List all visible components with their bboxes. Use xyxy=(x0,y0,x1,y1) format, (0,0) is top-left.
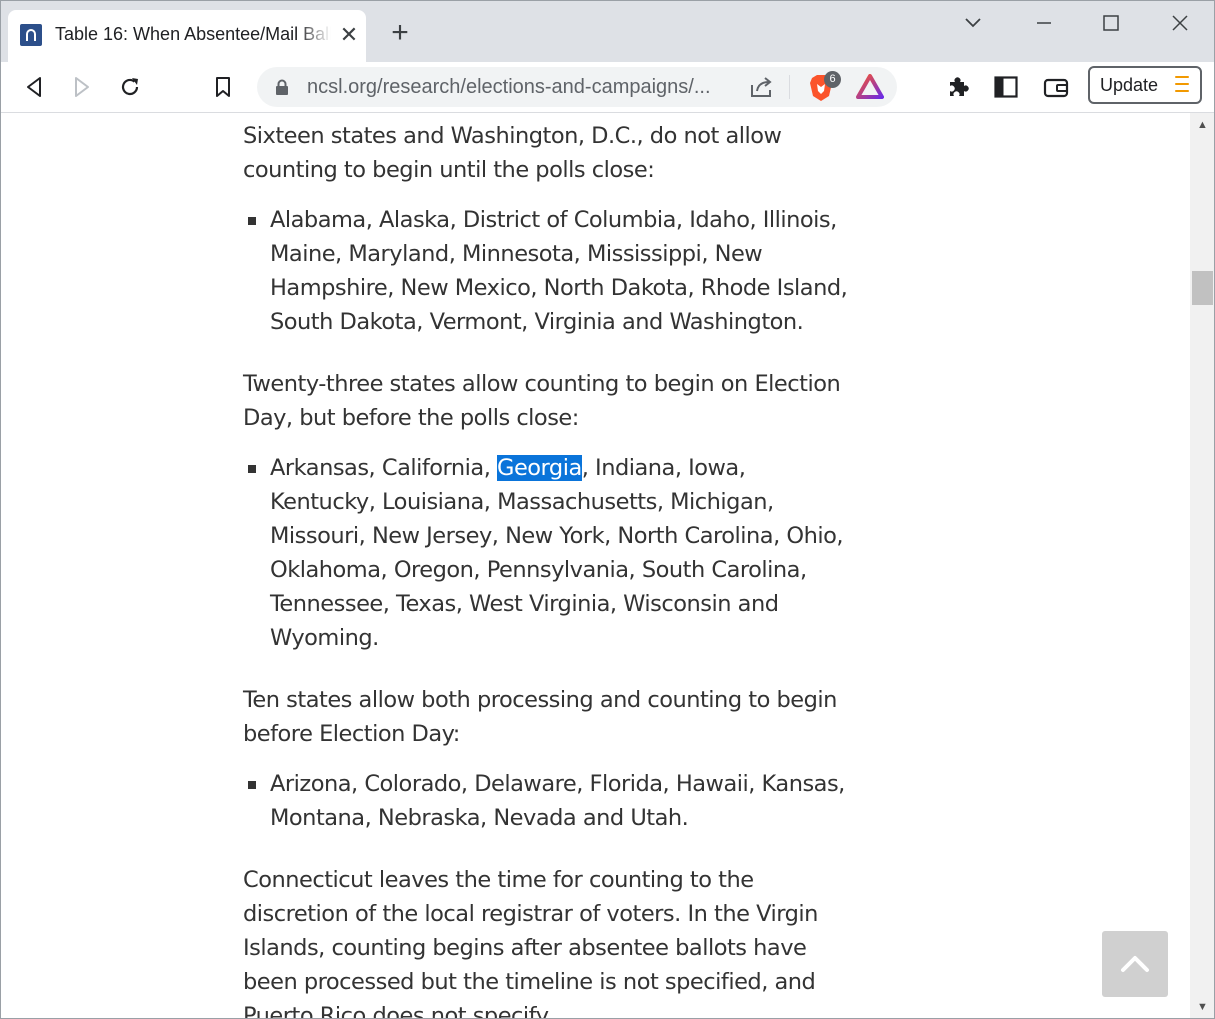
update-label: Update xyxy=(1100,75,1159,95)
chevron-up-icon xyxy=(1121,956,1149,972)
list-counting-before-election-day: Arizona, Colorado, Delaware, Florida, Ha… xyxy=(243,767,848,835)
hamburger-menu-icon xyxy=(1175,76,1189,94)
tab-title: Table 16: When Absentee/Mail Ballot Proc… xyxy=(55,24,331,44)
list-item: Arkansas, California, Georgia, Indiana, … xyxy=(248,451,848,655)
omnibox-divider xyxy=(789,75,790,99)
minimize-icon xyxy=(1037,22,1051,24)
close-icon xyxy=(1172,15,1188,31)
browser-toolbar: ncsl.org/research/elections-and-campaign… xyxy=(0,62,1215,113)
selected-text[interactable]: Georgia xyxy=(497,455,582,481)
address-bar[interactable]: ncsl.org/research/elections-and-campaign… xyxy=(257,67,897,107)
lock-icon xyxy=(276,79,288,95)
arrow-left-icon xyxy=(27,77,41,97)
vertical-scrollbar[interactable]: ▲ ▼ xyxy=(1190,113,1215,1019)
bookmark-icon xyxy=(216,77,230,97)
maximize-icon xyxy=(1103,15,1119,31)
minimize-button[interactable] xyxy=(1024,8,1064,38)
url-text: ncsl.org/research/elections-and-campaign… xyxy=(307,76,711,98)
tab-strip: Table 16: When Absentee/Mail Ballot Proc… xyxy=(0,0,1215,62)
text-after-selection: , Indiana, Iowa, Kentucky, Louisiana, Ma… xyxy=(270,455,844,651)
new-tab-button[interactable]: + xyxy=(385,18,415,48)
brave-rewards-triangle-icon xyxy=(856,74,884,99)
sidebar-icon xyxy=(994,76,1018,98)
scroll-down-arrow[interactable]: ▼ xyxy=(1190,997,1215,1017)
reload-icon xyxy=(121,78,139,96)
paragraph-counting-election-day: Twenty-three states allow counting to be… xyxy=(243,371,841,431)
back-to-top-button[interactable] xyxy=(1102,931,1168,997)
list-counting-after-polls-close: Alabama, Alaska, District of Columbia, I… xyxy=(243,203,848,339)
chevron-down-icon xyxy=(965,18,981,28)
article-body: Sixteen states and Washington, D.C., do … xyxy=(243,119,848,1019)
arrow-right-icon xyxy=(75,77,89,97)
maximize-button[interactable] xyxy=(1091,8,1131,38)
extensions-button[interactable] xyxy=(941,70,975,104)
wallet-button[interactable] xyxy=(1039,70,1073,104)
scroll-up-arrow[interactable]: ▲ xyxy=(1190,115,1215,135)
paragraph-counting-after-polls-close: Sixteen states and Washington, D.C., do … xyxy=(243,123,782,183)
paragraph-counting-before-election-day: Ten states allow both processing and cou… xyxy=(243,687,837,747)
forward-button[interactable] xyxy=(65,70,99,104)
list-item: Alabama, Alaska, District of Columbia, I… xyxy=(248,203,848,339)
back-button[interactable] xyxy=(17,70,51,104)
list-counting-election-day: Arkansas, California, Georgia, Indiana, … xyxy=(243,451,848,655)
reload-button[interactable] xyxy=(113,70,147,104)
update-button[interactable]: Update xyxy=(1088,66,1202,104)
wallet-icon xyxy=(1043,78,1069,98)
brave-rewards-button[interactable] xyxy=(856,74,886,102)
capitol-icon xyxy=(20,24,42,46)
text-before-selection: Arkansas, California, xyxy=(270,455,498,481)
bookmark-button[interactable] xyxy=(206,70,240,104)
shields-count-badge: 6 xyxy=(824,71,841,88)
page-content: Sixteen states and Washington, D.C., do … xyxy=(0,113,1190,1019)
share-icon[interactable] xyxy=(749,75,775,99)
list-item: Arizona, Colorado, Delaware, Florida, Ha… xyxy=(248,767,848,835)
sidebar-button[interactable] xyxy=(989,70,1023,104)
paragraph-other-jurisdictions: Connecticut leaves the time for counting… xyxy=(243,867,818,1019)
active-tab[interactable]: Table 16: When Absentee/Mail Ballot Proc… xyxy=(8,10,366,62)
scroll-thumb[interactable] xyxy=(1192,271,1213,305)
close-window-button[interactable] xyxy=(1160,8,1200,38)
close-tab-button[interactable]: ✕ xyxy=(336,22,362,48)
tab-search-button[interactable] xyxy=(953,8,993,38)
brave-shields-button[interactable]: 6 xyxy=(806,71,842,104)
puzzle-icon xyxy=(950,77,969,96)
